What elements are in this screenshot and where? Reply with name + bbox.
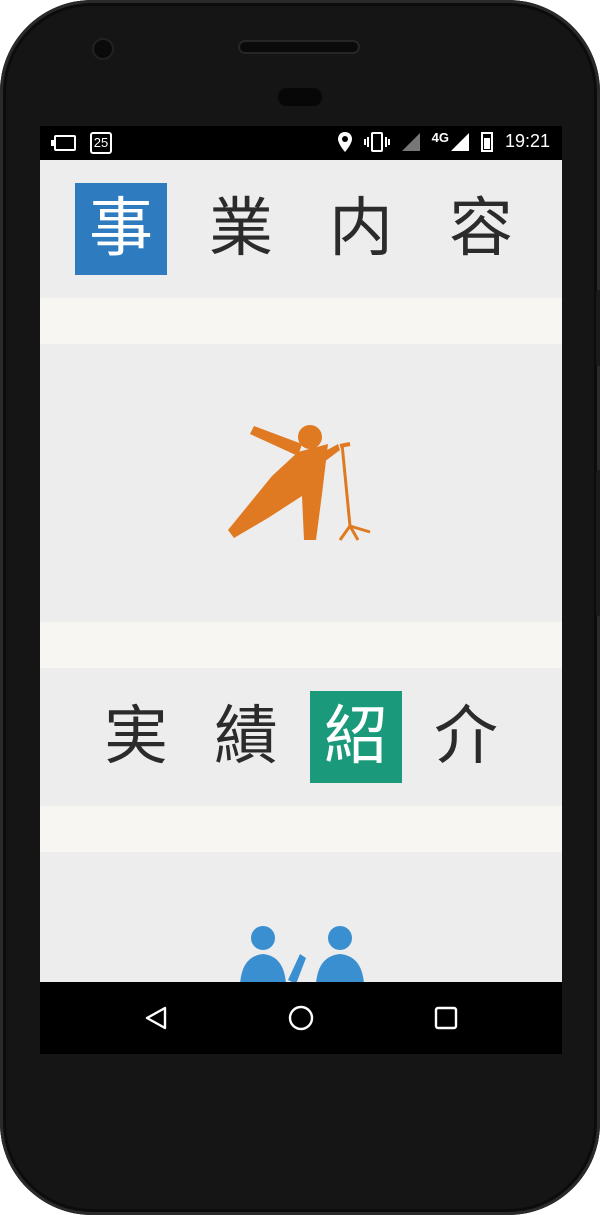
heading-char: 内 bbox=[329, 192, 393, 266]
location-icon bbox=[337, 131, 352, 152]
front-camera bbox=[94, 40, 112, 58]
status-bar: 25 4G 19:21 bbox=[40, 126, 562, 160]
back-button[interactable] bbox=[138, 1000, 174, 1036]
page-content: 事 業 内 容 実 績 紹 介 bbox=[40, 160, 562, 982]
recents-button[interactable] bbox=[428, 1000, 464, 1036]
calendar-icon: 25 bbox=[90, 132, 112, 154]
achievements-illustration-card[interactable] bbox=[40, 852, 562, 982]
section-heading-business[interactable]: 事 業 内 容 bbox=[40, 160, 562, 298]
home-button[interactable] bbox=[283, 1000, 319, 1036]
back-icon bbox=[145, 1006, 167, 1030]
clock: 19:21 bbox=[504, 131, 550, 151]
screen: 25 4G 19:21 事 業 内 容 実 績 紹 介 bbox=[40, 126, 562, 1054]
wifi-signal-icon bbox=[401, 132, 420, 151]
battery-icon bbox=[480, 131, 493, 152]
navigation-bar bbox=[40, 982, 562, 1054]
earpiece-speaker bbox=[238, 40, 360, 54]
vibrate-icon bbox=[363, 131, 390, 152]
heading-char: 実 bbox=[104, 700, 168, 774]
network-type: 4G bbox=[431, 130, 449, 145]
heading-char: 事 bbox=[75, 183, 167, 275]
singer-icon bbox=[228, 425, 371, 541]
power-button bbox=[596, 290, 600, 366]
section-heading-achievements[interactable]: 実 績 紹 介 bbox=[40, 668, 562, 806]
battery-saver-icon bbox=[51, 135, 76, 151]
people-icon bbox=[240, 926, 364, 982]
heading-char: 介 bbox=[434, 700, 498, 774]
heading-char: 紹 bbox=[310, 691, 402, 783]
heading-char: 容 bbox=[449, 192, 513, 266]
volume-button bbox=[596, 470, 600, 616]
heading-char: 績 bbox=[214, 700, 278, 774]
signal-icon bbox=[450, 132, 469, 151]
proximity-sensor bbox=[278, 88, 322, 106]
phone-frame: 25 4G 19:21 事 業 内 容 実 績 紹 介 bbox=[0, 0, 600, 1215]
business-illustration-card[interactable] bbox=[40, 344, 562, 622]
heading-char: 業 bbox=[209, 192, 273, 266]
recents-icon bbox=[434, 1006, 458, 1030]
home-icon bbox=[288, 1005, 314, 1031]
